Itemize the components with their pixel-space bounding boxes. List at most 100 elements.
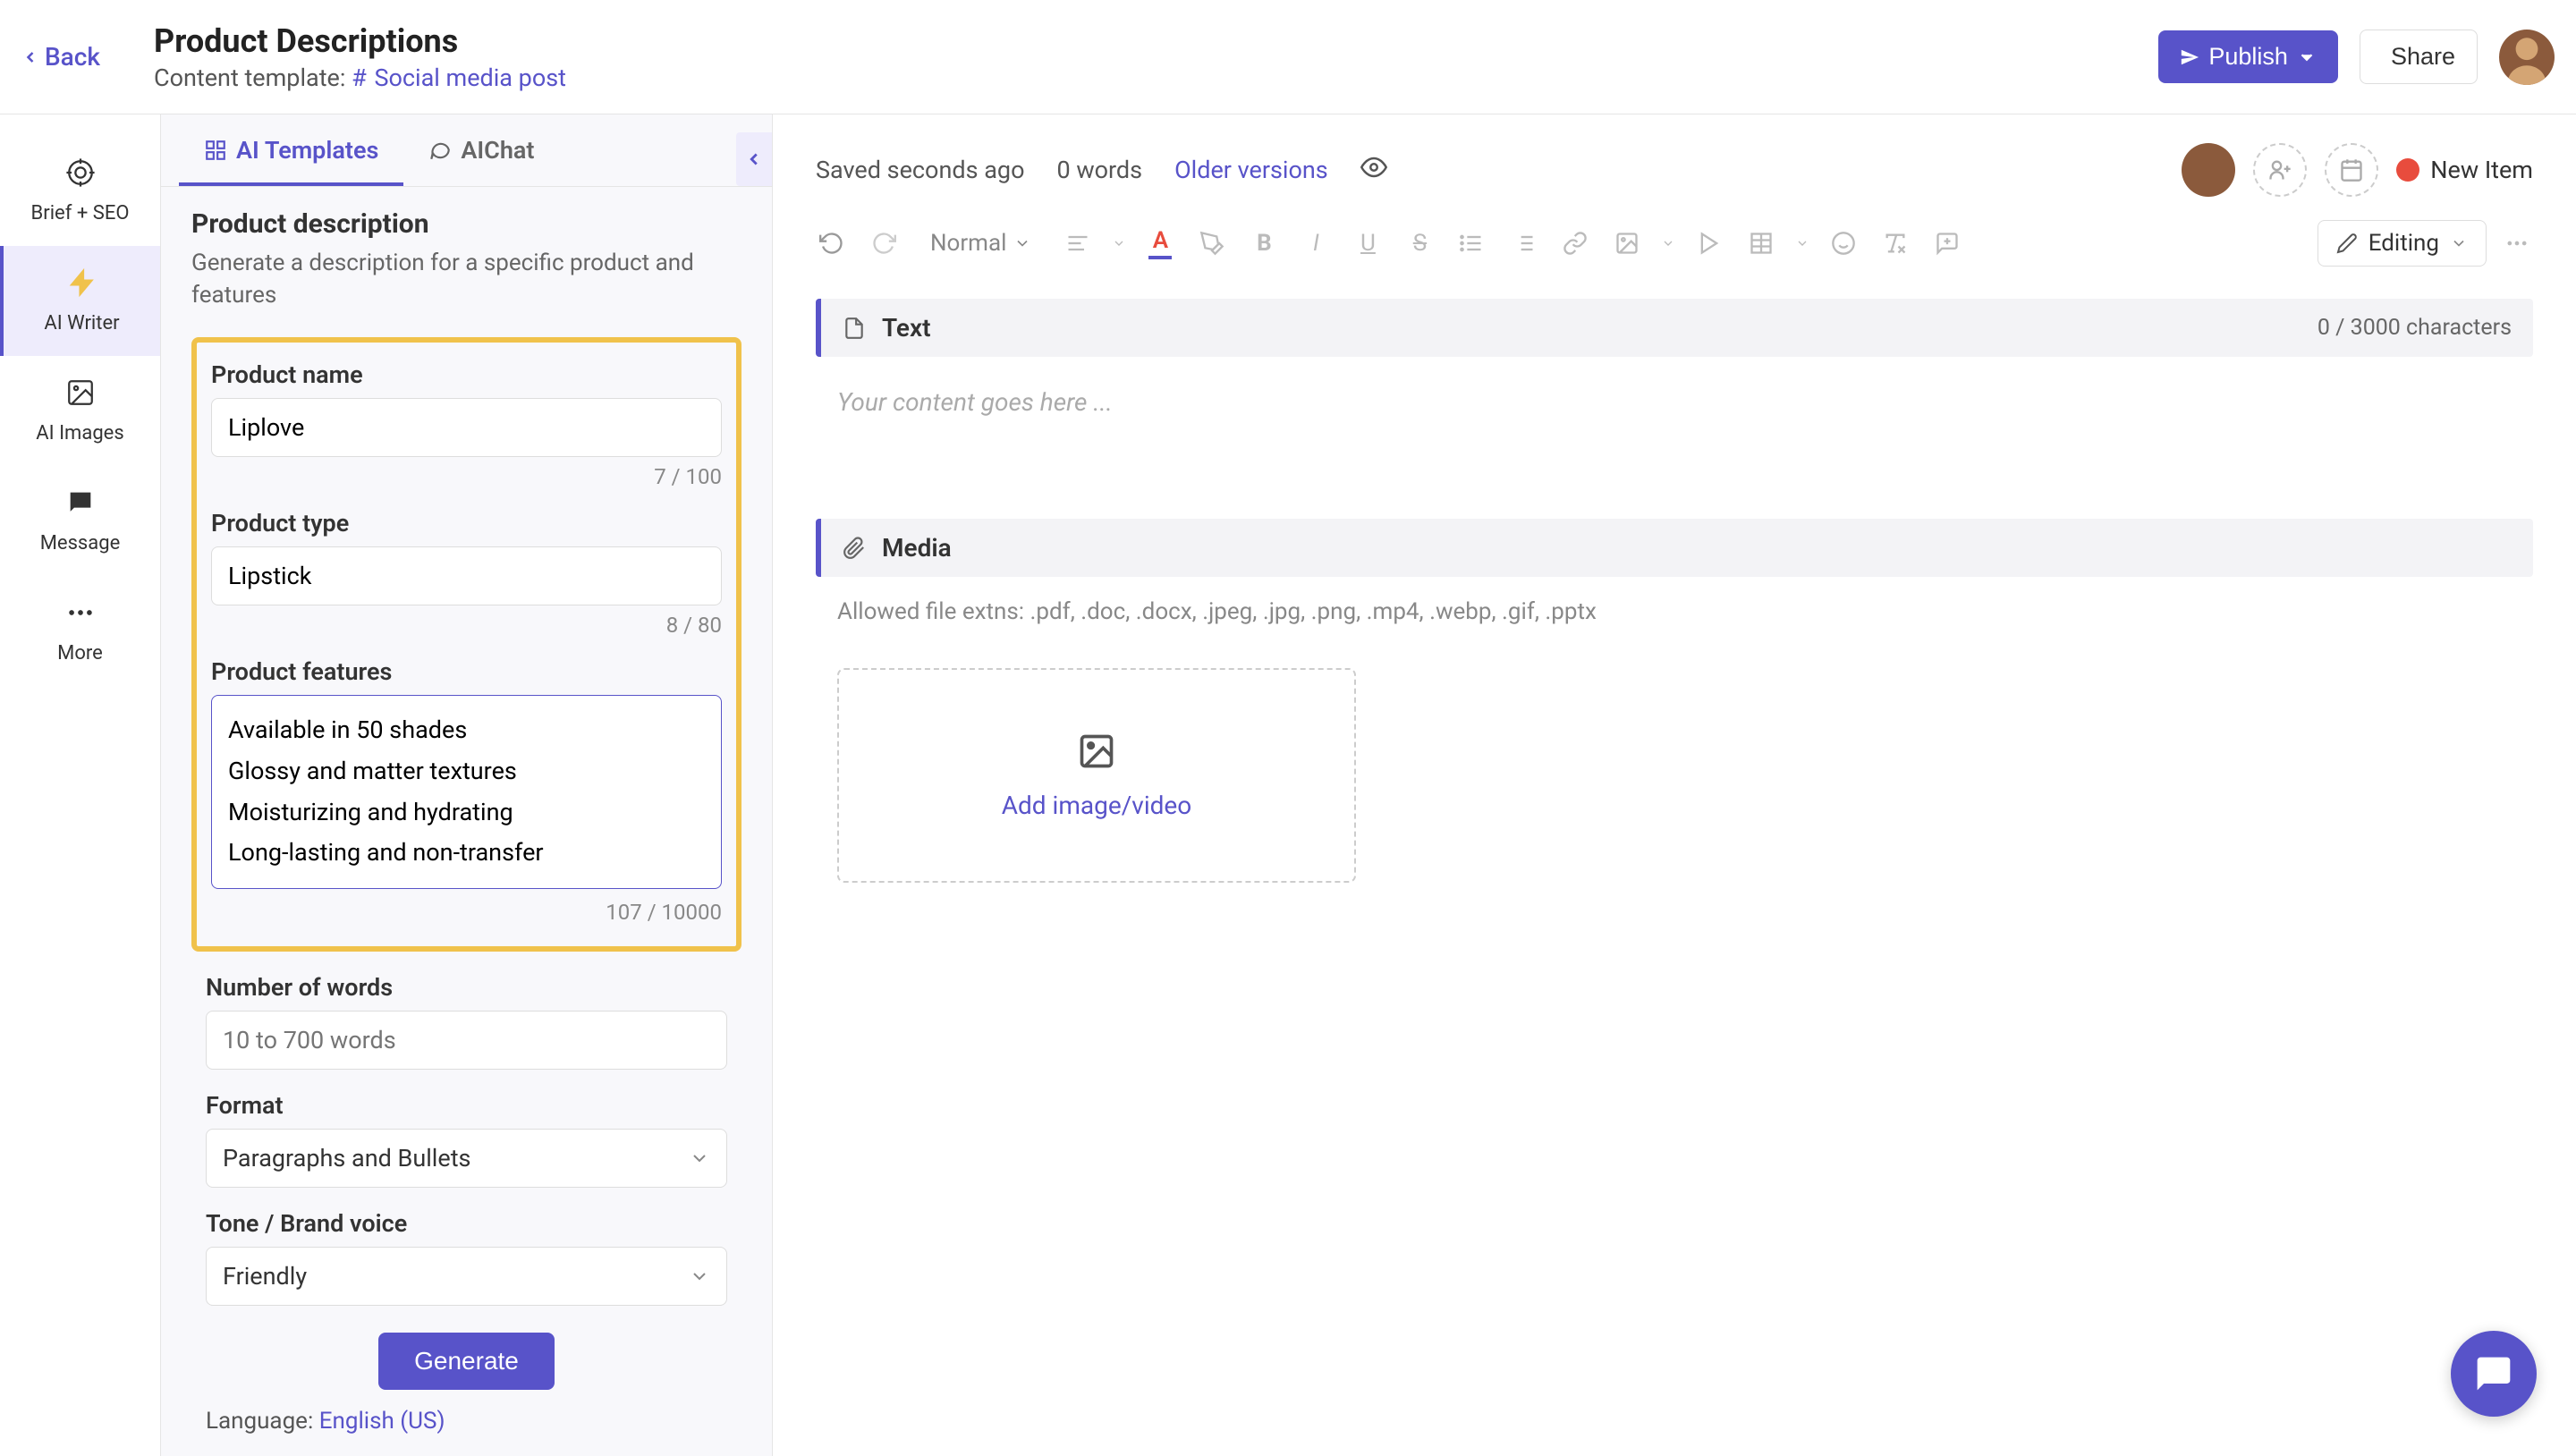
text-section-header: Text 0 / 3000 characters xyxy=(816,299,2533,357)
bold-button[interactable]: B xyxy=(1246,225,1282,261)
editor: Saved seconds ago 0 words Older versions… xyxy=(773,114,2576,1456)
bullet-list-button[interactable] xyxy=(1453,225,1489,261)
undo-button[interactable] xyxy=(814,225,850,261)
eye-icon[interactable] xyxy=(1360,154,1387,187)
bold-icon: B xyxy=(1257,230,1272,257)
product-type-count: 8 / 80 xyxy=(211,613,722,638)
format-group: Format Paragraphs and Bullets xyxy=(191,1091,741,1188)
chevron-down-icon[interactable] xyxy=(1661,236,1675,250)
underline-icon: U xyxy=(1360,230,1376,257)
back-label: Back xyxy=(45,42,100,72)
video-button[interactable] xyxy=(1691,225,1727,261)
add-user-icon xyxy=(2267,157,2292,182)
body: Brief + SEO AI Writer AI Images Message … xyxy=(0,114,2576,1456)
rail-item-writer[interactable]: AI Writer xyxy=(0,246,160,356)
back-button[interactable]: Back xyxy=(21,42,100,72)
language-link[interactable]: English (US) xyxy=(319,1408,445,1435)
rail-label-brief: Brief + SEO xyxy=(7,202,153,224)
rail-label-more: More xyxy=(7,642,153,665)
clear-format-button[interactable] xyxy=(1877,225,1913,261)
text-color-button[interactable]: A xyxy=(1142,225,1178,261)
status-dropdown[interactable]: New Item xyxy=(2396,156,2533,184)
numbered-list-icon xyxy=(1511,231,1536,256)
rail-label-images: AI Images xyxy=(7,422,153,444)
comment-icon xyxy=(1935,231,1960,256)
numbered-list-button[interactable] xyxy=(1505,225,1541,261)
pd-subtitle: Generate a description for a specific pr… xyxy=(191,247,741,312)
chevron-left-icon xyxy=(744,149,764,169)
rail-item-brief[interactable]: Brief + SEO xyxy=(0,136,160,246)
rail-label-message: Message xyxy=(7,532,153,554)
align-icon xyxy=(1065,231,1090,256)
table-button[interactable] xyxy=(1743,225,1779,261)
format-select[interactable]: Paragraphs and Bullets xyxy=(206,1129,727,1188)
mini-avatar[interactable] xyxy=(2182,143,2235,197)
table-icon xyxy=(1749,231,1774,256)
share-button[interactable]: Share xyxy=(2360,30,2478,84)
clear-format-icon xyxy=(1883,231,1908,256)
italic-icon: I xyxy=(1313,230,1319,257)
image-icon xyxy=(65,377,96,408)
chevron-down-icon xyxy=(2450,234,2468,252)
content-placeholder[interactable]: Your content goes here ... xyxy=(816,357,2533,447)
link-button[interactable] xyxy=(1557,225,1593,261)
emoji-button[interactable] xyxy=(1826,225,1861,261)
more-toolbar-button[interactable] xyxy=(2499,225,2535,261)
product-type-input[interactable] xyxy=(211,546,722,605)
redo-button[interactable] xyxy=(866,225,902,261)
language-label: Language: xyxy=(206,1408,313,1435)
media-section: Media Allowed file extns: .pdf, .doc, .d… xyxy=(816,519,2533,883)
chat-fab[interactable] xyxy=(2451,1331,2537,1417)
strike-button[interactable]: S xyxy=(1402,225,1437,261)
dots-icon xyxy=(2504,231,2529,256)
media-section-header: Media xyxy=(816,519,2533,577)
image-button[interactable] xyxy=(1609,225,1645,261)
rail-item-more[interactable]: More xyxy=(0,576,160,686)
panel: AI Templates AIChat Product description … xyxy=(161,114,773,1456)
features-group: Product features 107 / 10000 xyxy=(197,657,736,926)
words-input[interactable] xyxy=(206,1011,727,1070)
tab-chat-label: AIChat xyxy=(461,136,534,165)
heading-label: Normal xyxy=(930,230,1006,257)
upload-box[interactable]: Add image/video xyxy=(837,668,1356,883)
rail-item-images[interactable]: AI Images xyxy=(0,356,160,466)
chevron-down-icon[interactable] xyxy=(1112,236,1126,250)
features-textarea[interactable] xyxy=(211,695,722,890)
avatar[interactable] xyxy=(2499,30,2555,85)
chevron-down-icon[interactable] xyxy=(1795,236,1809,250)
editing-mode-select[interactable]: Editing xyxy=(2318,220,2487,267)
publish-button[interactable]: Publish xyxy=(2158,30,2338,83)
italic-button[interactable]: I xyxy=(1298,225,1334,261)
comment-button[interactable] xyxy=(1929,225,1965,261)
saved-text: Saved seconds ago xyxy=(816,156,1024,184)
rail: Brief + SEO AI Writer AI Images Message … xyxy=(0,114,161,1456)
format-label: Format xyxy=(206,1091,727,1120)
product-name-input[interactable] xyxy=(211,398,722,457)
add-user-button[interactable] xyxy=(2253,143,2307,197)
rail-label-writer: AI Writer xyxy=(11,312,153,334)
features-label: Product features xyxy=(211,657,722,686)
calendar-icon xyxy=(2339,157,2364,182)
older-versions-link[interactable]: Older versions xyxy=(1174,156,1328,184)
tab-templates-label: AI Templates xyxy=(236,136,378,165)
status-dot xyxy=(2396,158,2419,182)
template-link[interactable]: Social media post xyxy=(374,63,566,92)
tone-select[interactable]: Friendly xyxy=(206,1247,727,1306)
calendar-button[interactable] xyxy=(2325,143,2378,197)
templates-icon xyxy=(204,139,227,162)
rail-item-message[interactable]: Message xyxy=(0,466,160,576)
panel-collapse[interactable] xyxy=(736,132,772,186)
product-type-label: Product type xyxy=(211,509,722,538)
align-button[interactable] xyxy=(1060,225,1096,261)
product-name-group: Product name 7 / 100 xyxy=(197,360,736,489)
tab-ai-chat[interactable]: AIChat xyxy=(403,114,559,186)
document-icon xyxy=(843,317,866,340)
heading-select[interactable]: Normal xyxy=(918,223,1044,264)
highlight-button[interactable] xyxy=(1194,225,1230,261)
generate-button[interactable]: Generate xyxy=(378,1333,555,1390)
panel-content: Product description Generate a descripti… xyxy=(161,187,772,1456)
editor-topbar: Saved seconds ago 0 words Older versions… xyxy=(773,114,2576,207)
underline-button[interactable]: U xyxy=(1350,225,1385,261)
tab-ai-templates[interactable]: AI Templates xyxy=(179,114,403,186)
chevron-down-icon xyxy=(2297,47,2317,67)
